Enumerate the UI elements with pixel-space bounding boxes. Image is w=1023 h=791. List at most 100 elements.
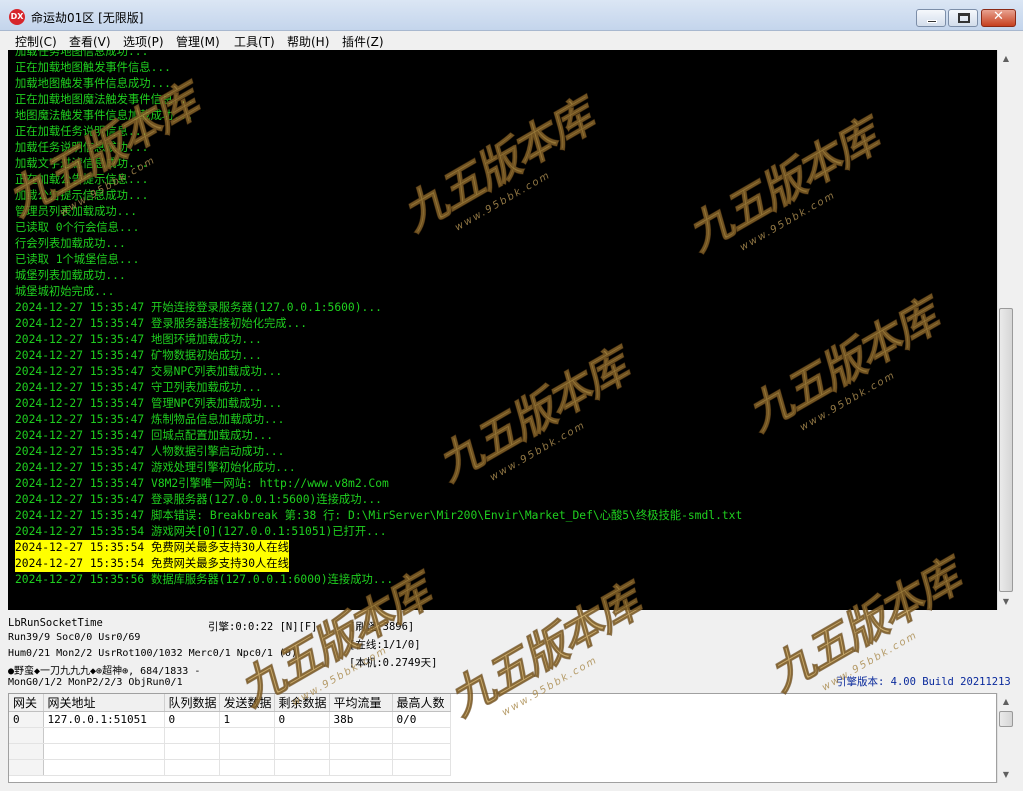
log-row: 2024-12-27 15:35:47 登录服务器(127.0.0.1:5600… [15,492,742,508]
table-cell: 38b [329,711,393,728]
table-cell [43,743,165,760]
minimize-button[interactable] [916,9,946,27]
console-scrollbar[interactable]: ▲ ▼ [997,50,1014,610]
maximize-icon [958,13,970,23]
table-cell [219,759,275,776]
log-row: 正在加载地图触发事件信息... [15,60,742,76]
scroll-up-icon[interactable]: ▲ [998,693,1014,710]
log-line: 正在加载地图魔法触发事件信息... [15,93,194,106]
table-cell [164,727,220,744]
table-cell [9,743,44,760]
menu-control[interactable]: 控制(C) [15,33,57,50]
gateway-table[interactable]: 网关 网关地址 队列数据 发送数据 剩余数据 平均流量 最高人数 0 127.0… [8,693,997,783]
table-cell [329,727,393,744]
table-row[interactable] [9,727,451,744]
log-line: 正在加载地图触发事件信息... [15,61,171,74]
log-row: 城堡列表加载成功... [15,268,742,284]
log-line: 2024-12-27 15:35:47 人物数据引擎启动成功... [15,445,285,458]
table-row[interactable] [9,759,451,776]
table-cell [219,743,275,760]
log-row: 2024-12-27 15:35:47 守卫列表加载成功... [15,380,742,396]
log-line: 加载地图触发事件信息成功... [15,77,171,90]
engine-version: 引擎版本: 4.00 Build 20211213 [836,676,1011,688]
status-hum: Hum0/21 Mon2/2 UsrRot100/1032 Merc0/1 Np… [8,648,297,659]
log-line: 已读取 1个城堡信息... [15,253,140,266]
table-cell [164,743,220,760]
menu-plugins[interactable]: 插件(Z) [342,33,384,50]
table-cell [392,743,451,760]
scrollbar-thumb[interactable] [999,308,1013,592]
log-row: 2024-12-27 15:35:47 交易NPC列表加载成功... [15,364,742,380]
log-line: 2024-12-27 15:35:47 开始连接登录服务器(127.0.0.1:… [15,301,382,314]
scroll-up-icon[interactable]: ▲ [998,50,1014,67]
menu-manage[interactable]: 管理(M) [176,33,220,50]
menu-view[interactable]: 查看(V) [69,33,111,50]
col-header-sent[interactable]: 发送数据 [219,694,275,712]
window-title: 命运劫01区 [无限版] [31,11,144,25]
status-player: ●野蛮◆一刀九九九◆⊕超神⊕, 684/1833 - [8,666,201,677]
log-line: 加载任务说明信息成功... [15,141,149,154]
log-line: 加载公告提示信息成功... [15,189,149,202]
col-header-queue[interactable]: 队列数据 [164,694,220,712]
table-cell [219,727,275,744]
table-header-row: 网关 网关地址 队列数据 发送数据 剩余数据 平均流量 最高人数 [9,694,451,712]
close-button[interactable]: ✕ [981,9,1016,27]
log-row: 2024-12-27 15:35:47 炼制物品信息加载成功... [15,412,742,428]
table-cell [329,743,393,760]
app-icon: DX [9,9,25,25]
log-row: 加载文字过滤信息成功... [15,156,742,172]
menu-tools[interactable]: 工具(T) [234,33,275,50]
log-console[interactable]: 加载任务地图信息成功... 正在加载地图触发事件信息... 加载地图触发事件信息成功… [8,50,997,610]
log-line: 2024-12-27 15:35:47 矿物数据初始成功... [15,349,262,362]
log-row: 行会列表加载成功... [15,236,742,252]
scrollbar-thumb[interactable] [999,711,1013,727]
scroll-down-icon[interactable]: ▼ [998,766,1014,783]
watermark: 九五版本库 www.95bbk.com [738,292,947,442]
log-line: 2024-12-27 15:35:47 V8M2引擎唯一网站: http://w… [15,477,389,490]
status-engine: 引擎:0:0:22 [N][F] [208,621,318,633]
log-row: 2024-12-27 15:35:47 登录服务器连接初始化完成... [15,316,742,332]
log-row: 2024-12-27 15:35:47 V8M2引擎唯一网站: http://w… [15,476,742,492]
table-cell: 1 [219,711,275,728]
title-bar: DX 命运劫01区 [无限版] ✕ [0,0,1023,31]
menu-options[interactable]: 选项(P) [123,33,164,50]
status-mon: MonG0/1/2 MonP2/2/3 ObjRun0/1 [8,677,183,688]
log-row: 2024-12-27 15:35:47 地图环境加载成功... [15,332,742,348]
table-cell [392,759,451,776]
col-header-avg-traffic[interactable]: 平均流量 [329,694,393,712]
menu-help[interactable]: 帮助(H) [287,33,329,50]
table-row[interactable] [9,743,451,760]
log-line: 城堡城初始完成... [15,285,115,298]
table-cell [392,727,451,744]
col-header-address[interactable]: 网关地址 [43,694,165,712]
scroll-down-icon[interactable]: ▼ [998,593,1014,610]
col-header-remaining[interactable]: 剩余数据 [274,694,330,712]
log-line: 行会列表加载成功... [15,237,126,250]
table-scrollbar[interactable]: ▲ ▼ [997,693,1014,783]
table-cell [274,759,330,776]
log-row: 已读取 0个行会信息... [15,220,742,236]
log-row: 正在加载任务说明信息... [15,124,742,140]
status-refresh: [刷怪:3896] [349,621,415,633]
log-line: 2024-12-27 15:35:47 管理NPC列表加载成功... [15,397,283,410]
log-row: 2024-12-27 15:35:54 免费网关最多支持30人在线 [15,556,742,572]
table-cell: 0 [9,711,44,728]
maximize-button[interactable] [948,9,978,27]
col-header-max-users[interactable]: 最高人数 [392,694,451,712]
table-cell [164,759,220,776]
status-socket-time: LbRunSocketTime [8,617,103,629]
table-row[interactable]: 0 127.0.0.1:51051 0 1 0 38b 0/0 [9,711,451,728]
col-header-gateway[interactable]: 网关 [9,694,44,712]
log-lines: 加载任务地图信息成功... 正在加载地图触发事件信息... 加载地图触发事件信息成功… [15,50,742,588]
log-line: 已读取 0个行会信息... [15,221,140,234]
log-line: 2024-12-27 15:35:47 登录服务器(127.0.0.1:5600… [15,493,382,506]
menu-bar: 控制(C) 查看(V) 选项(P) 管理(M) 工具(T) 帮助(H) 插件(Z… [0,31,1023,50]
status-online: [在线:1/1/0] [349,639,421,651]
status-run: Run39/9 Soc0/0 Usr0/69 [8,632,141,643]
status-local: [本机:0.2749天] [349,657,438,669]
log-row: 城堡城初始完成... [15,284,742,300]
log-line-highlighted: 2024-12-27 15:35:54 免费网关最多支持30人在线 [15,540,289,556]
log-row: 正在加载地图魔法触发事件信息... [15,92,742,108]
log-line: 2024-12-27 15:35:54 游戏网关[0](127.0.0.1:51… [15,525,387,538]
log-line: 加载文字过滤信息成功... [15,157,149,170]
